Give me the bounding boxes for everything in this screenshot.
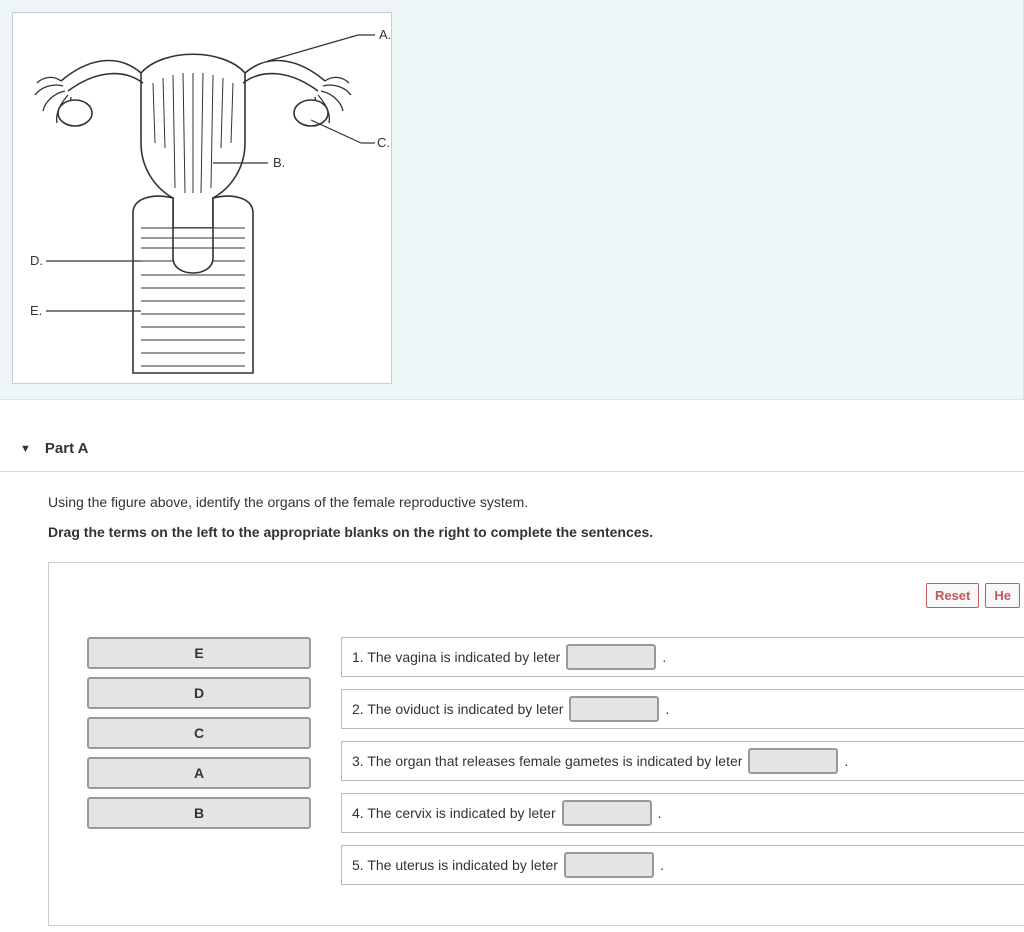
instructions: Using the figure above, identify the org…	[0, 472, 1024, 540]
term-bank: E D C A B	[87, 637, 311, 829]
figure-label-a: A.	[379, 27, 391, 42]
drop-target[interactable]	[569, 696, 659, 722]
sentence-text: 3. The organ that releases female gamete…	[352, 753, 742, 769]
draggable-term[interactable]: C	[87, 717, 311, 749]
sentence-row: 3. The organ that releases female gamete…	[341, 741, 1024, 781]
reproductive-system-diagram	[13, 13, 391, 383]
sentence-post: .	[660, 857, 664, 873]
sentence-text: 2. The oviduct is indicated by leter	[352, 701, 563, 717]
draggable-term[interactable]: B	[87, 797, 311, 829]
sentence-list: 1. The vagina is indicated by leter . 2.…	[341, 637, 1024, 885]
sentence-row: 1. The vagina is indicated by leter .	[341, 637, 1024, 677]
sentence-row: 5. The uterus is indicated by leter .	[341, 845, 1024, 885]
sentence-text: 1. The vagina is indicated by leter	[352, 649, 560, 665]
draggable-term[interactable]: E	[87, 637, 311, 669]
drop-target[interactable]	[564, 852, 654, 878]
instruction-line-2: Drag the terms on the left to the approp…	[48, 524, 1004, 540]
anatomy-figure: A. B. C. D. E.	[12, 12, 392, 384]
sentence-post: .	[662, 649, 666, 665]
figure-label-e: E.	[30, 303, 42, 318]
reset-button[interactable]: Reset	[926, 583, 979, 608]
sentence-text: 4. The cervix is indicated by leter	[352, 805, 556, 821]
figure-label-b: B.	[273, 155, 285, 170]
figure-label-c: C.	[377, 135, 390, 150]
sentence-post: .	[658, 805, 662, 821]
draggable-term[interactable]: A	[87, 757, 311, 789]
instruction-line-1: Using the figure above, identify the org…	[48, 494, 1004, 510]
sentence-post: .	[665, 701, 669, 717]
sentence-post: .	[844, 753, 848, 769]
draggable-term[interactable]: D	[87, 677, 311, 709]
drop-target[interactable]	[566, 644, 656, 670]
drop-target[interactable]	[562, 800, 652, 826]
figure-panel: A. B. C. D. E.	[0, 0, 1024, 400]
sentence-row: 4. The cervix is indicated by leter .	[341, 793, 1024, 833]
help-button[interactable]: He	[985, 583, 1020, 608]
sentence-row: 2. The oviduct is indicated by leter .	[341, 689, 1024, 729]
sentence-text: 5. The uterus is indicated by leter	[352, 857, 558, 873]
section-title: Part A	[45, 440, 89, 457]
chevron-down-icon: ▼	[20, 443, 31, 455]
section-header[interactable]: ▼ Part A	[0, 430, 1024, 472]
figure-label-d: D.	[30, 253, 43, 268]
drop-target[interactable]	[748, 748, 838, 774]
drag-drop-activity: Reset He E D C A B 1. The vagina is indi…	[48, 562, 1024, 926]
